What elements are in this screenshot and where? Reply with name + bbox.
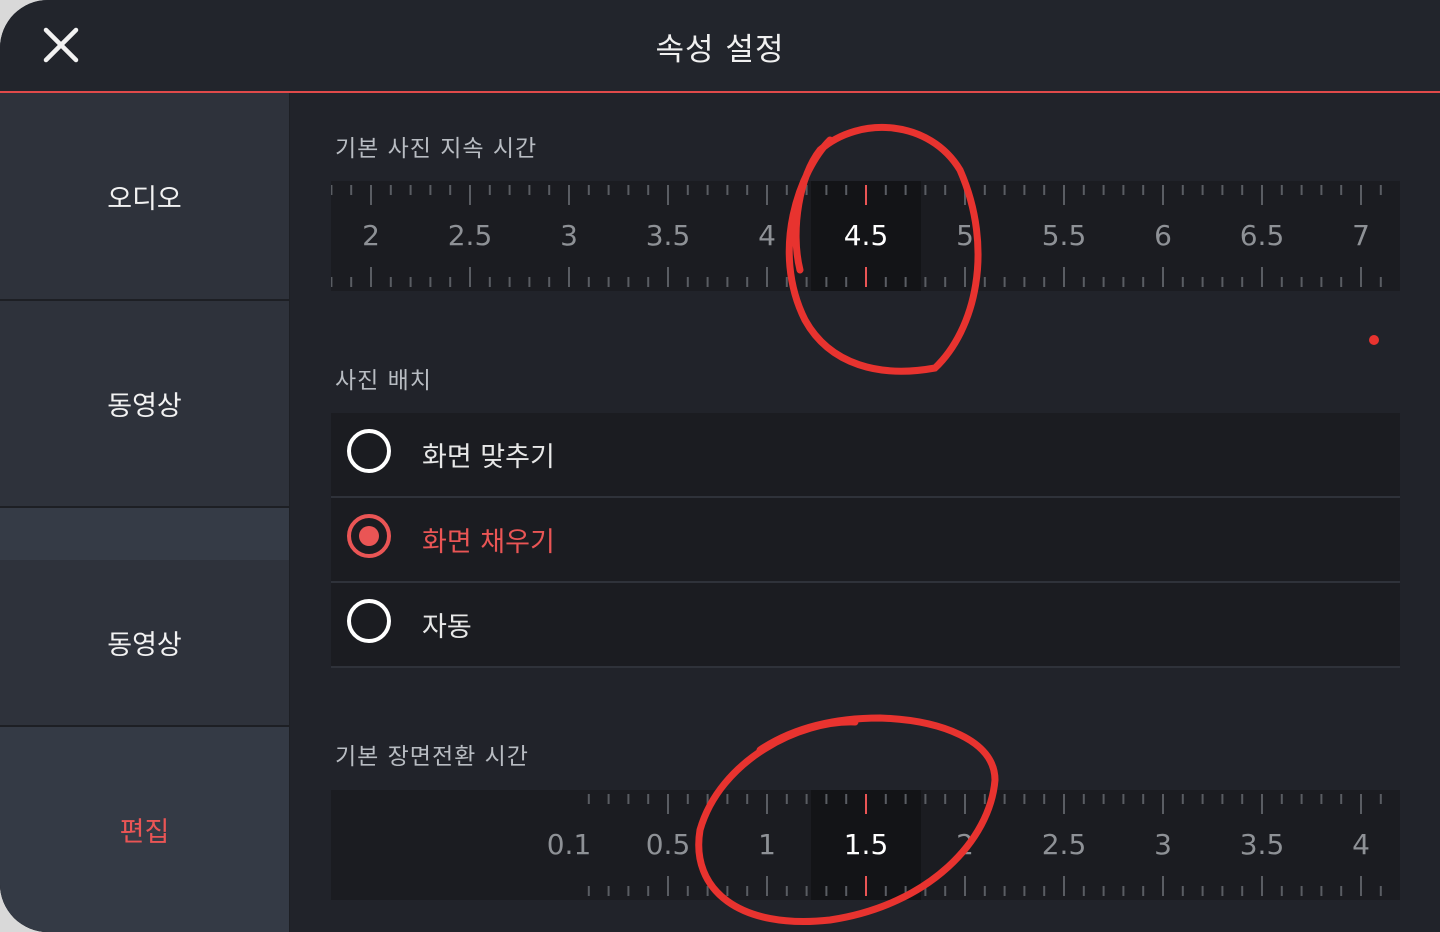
main-content: 기본 사진 지속 시간 2 2.5 3 3.5 4 4.5 5 5.5 6 6.5 7 사진 배치 … [291, 93, 1440, 932]
option-label: 자동 [422, 612, 472, 643]
option-label: 화면 채우기 [422, 527, 555, 558]
ruler-label[interactable]: 6 [1154, 219, 1172, 252]
option-fill-screen[interactable]: 화면 채우기 [331, 498, 1400, 583]
sidebar-item-label: 동영상 [107, 391, 182, 422]
ruler-label[interactable]: 7 [1352, 219, 1370, 252]
sidebar-item-audio[interactable]: 오디오 [0, 93, 289, 299]
ruler-label[interactable]: 6.5 [1240, 219, 1285, 252]
sidebar-item-label: 오디오 [107, 183, 182, 215]
photo-placement-options: 화면 맞추기 화면 채우기 자동 [331, 413, 1400, 668]
page-title: 속성 설정 [655, 32, 785, 68]
ruler-label[interactable]: 3 [560, 219, 578, 252]
ruler-label[interactable]: 0.5 [646, 828, 691, 861]
sidebar-item-video-2[interactable]: 동영상 [0, 560, 289, 725]
transition-duration-label: 기본 장면전환 시간 [335, 744, 529, 770]
option-auto[interactable]: 자동 [331, 583, 1400, 668]
header: 속성 설정 [0, 0, 1440, 93]
option-fit-screen[interactable]: 화면 맞추기 [331, 413, 1400, 498]
sidebar-item-edit[interactable]: 편집 [0, 727, 289, 932]
ruler-label[interactable]: 1 [758, 828, 776, 861]
sidebar-item-label: 편집 [119, 817, 170, 848]
sidebar-divider [0, 508, 289, 560]
ruler-label[interactable]: 2 [362, 219, 380, 252]
photo-duration-ruler[interactable]: 2 2.5 3 3.5 4 4.5 5 5.5 6 6.5 7 [331, 181, 1400, 291]
ruler-label[interactable]: 3.5 [646, 219, 691, 252]
option-label: 화면 맞추기 [422, 442, 555, 473]
ruler-label[interactable]: 2 [956, 828, 974, 861]
ruler-label[interactable]: 4 [1352, 828, 1370, 861]
ruler-label[interactable]: 2.5 [1042, 828, 1087, 861]
ruler-label[interactable]: 5 [956, 219, 974, 252]
settings-window: 속성 설정 오디오 동영상 동영상 편집 기본 사진 지속 시간 2 2.5 3 3.… [0, 0, 1440, 932]
ruler-label[interactable]: 4.5 [844, 219, 889, 252]
ruler-label[interactable]: 5.5 [1042, 219, 1087, 252]
ruler-label[interactable]: 1.5 [844, 828, 889, 861]
photo-duration-label: 기본 사진 지속 시간 [335, 136, 538, 162]
radio-button[interactable] [347, 599, 391, 643]
sidebar-item-video[interactable]: 동영상 [0, 301, 289, 506]
sidebar: 오디오 동영상 동영상 편집 [0, 93, 290, 932]
ruler-label[interactable]: 0.1 [547, 828, 592, 861]
radio-button[interactable] [347, 429, 391, 473]
radio-button-checked[interactable] [347, 514, 391, 558]
photo-placement-label: 사진 배치 [335, 368, 432, 394]
transition-duration-ruler[interactable]: 0.1 0.5 1 1.5 2 2.5 3 3.5 4 [331, 790, 1400, 900]
ruler-label[interactable]: 3.5 [1240, 828, 1285, 861]
ruler-label[interactable]: 2.5 [448, 219, 493, 252]
ruler-label[interactable]: 4 [758, 219, 776, 252]
sidebar-item-label: 동영상 [107, 630, 182, 661]
ruler-label[interactable]: 3 [1154, 828, 1172, 861]
